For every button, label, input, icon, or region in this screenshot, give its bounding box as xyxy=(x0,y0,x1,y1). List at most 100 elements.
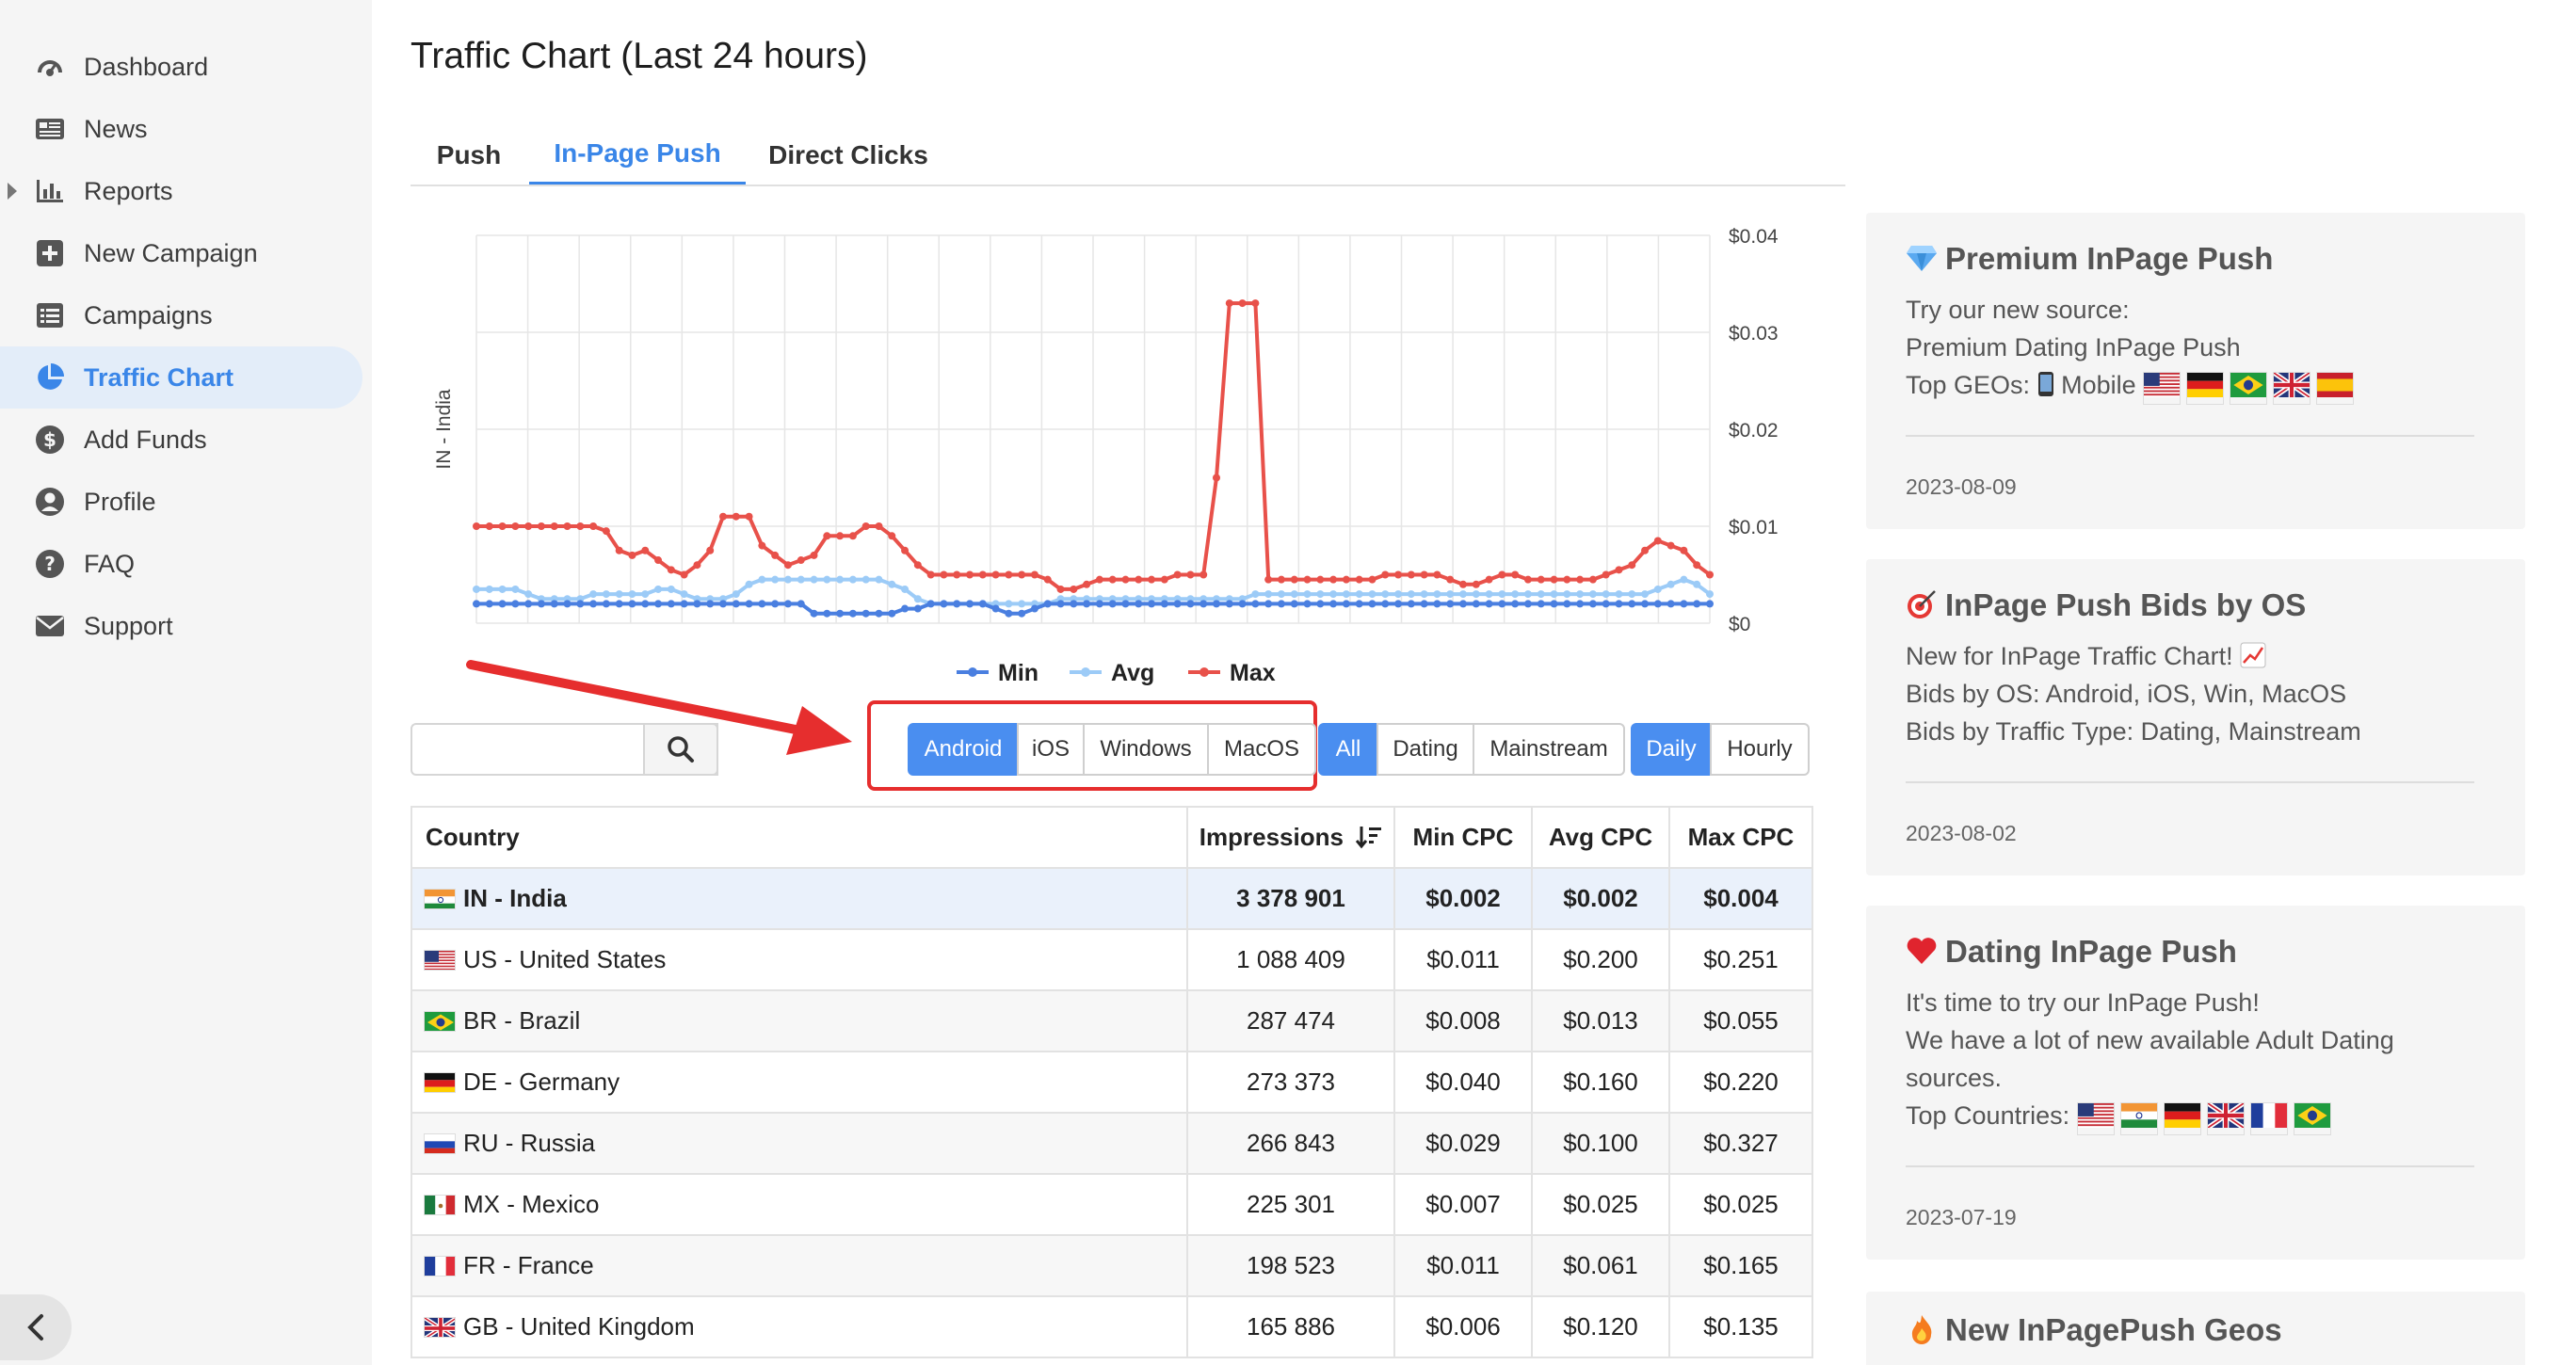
data-point-max xyxy=(473,522,480,530)
data-point-avg xyxy=(1498,590,1506,599)
data-point-avg xyxy=(1588,590,1597,599)
data-point-max xyxy=(1277,575,1285,584)
sidebar-item-dashboard[interactable]: Dashboard xyxy=(0,36,362,98)
sidebar-item-add-funds[interactable]: $ Add Funds xyxy=(0,409,362,471)
plus-square-icon xyxy=(34,237,66,269)
os-ios-button[interactable]: iOS xyxy=(1017,723,1085,776)
table-row[interactable]: MX - Mexico 225 301 $0.007 $0.025 $0.025 xyxy=(411,1173,1813,1236)
column-header-avg-cpc[interactable]: Avg CPC xyxy=(1531,806,1670,869)
table-row[interactable]: BR - Brazil 287 474 $0.008 $0.013 $0.055 xyxy=(411,989,1813,1052)
table-row[interactable]: IN - India 3 378 901 $0.002 $0.002 $0.004 xyxy=(411,867,1813,930)
cell-avg-cpc: $0.160 xyxy=(1531,1051,1670,1114)
sidebar-item-traffic-chart[interactable]: Traffic Chart xyxy=(0,346,362,409)
mobile-phone-icon xyxy=(2037,372,2053,396)
news-card-date: 2023-08-02 xyxy=(1906,821,2017,845)
os-android-button[interactable]: Android xyxy=(908,723,1019,776)
annotation-arrow-icon xyxy=(466,660,852,755)
news-card: Premium InPage Push Try our new source: … xyxy=(1866,213,2525,529)
data-point-max xyxy=(1368,575,1377,584)
data-point-min xyxy=(1523,600,1532,608)
os-macos-button[interactable]: MacOS xyxy=(1207,723,1316,776)
bar-chart-icon xyxy=(34,175,66,207)
data-point-min xyxy=(940,600,948,608)
sidebar-item-faq[interactable]: ? FAQ xyxy=(0,533,362,595)
column-header-min-cpc[interactable]: Min CPC xyxy=(1393,806,1533,869)
table-row[interactable]: RU - Russia 266 843 $0.029 $0.100 $0.327 xyxy=(411,1112,1813,1175)
data-point-min xyxy=(888,609,896,618)
cell-impressions: 225 301 xyxy=(1186,1173,1395,1236)
cell-country: GB - United Kingdom xyxy=(411,1295,1188,1358)
data-point-max xyxy=(901,546,910,554)
data-point-max xyxy=(576,522,585,530)
table-row[interactable]: GB - United Kingdom 165 886 $0.006 $0.120 $0… xyxy=(411,1295,1813,1358)
period-hourly-button[interactable]: Hourly xyxy=(1710,723,1810,776)
type-mainstream-button[interactable]: Mainstream xyxy=(1473,723,1625,776)
data-point-min xyxy=(836,609,845,618)
flag-gb-icon xyxy=(2206,1100,2245,1135)
period-daily-button[interactable]: Daily xyxy=(1631,723,1712,776)
data-point-avg xyxy=(615,590,623,599)
sidebar-item-news[interactable]: News xyxy=(0,98,362,160)
data-point-max xyxy=(563,522,572,530)
data-point-min xyxy=(576,600,585,608)
legend-label: Max xyxy=(1230,660,1276,686)
data-point-min xyxy=(1342,600,1350,608)
data-point-avg xyxy=(1576,590,1585,599)
data-point-min xyxy=(1653,600,1662,608)
flag-de-icon xyxy=(2163,1102,2201,1135)
table-row[interactable]: FR - France 198 523 $0.011 $0.061 $0.165 xyxy=(411,1234,1813,1297)
cell-avg-cpc: $0.002 xyxy=(1531,867,1670,930)
column-header-max-cpc[interactable]: Max CPC xyxy=(1668,806,1813,869)
tab-direct-clicks[interactable]: Direct Clicks xyxy=(759,124,938,186)
data-point-min xyxy=(1407,600,1415,608)
data-point-min xyxy=(1485,600,1493,608)
data-point-min xyxy=(1693,600,1701,608)
flag-us-icon xyxy=(2143,372,2182,405)
data-point-min xyxy=(1251,600,1260,608)
data-point-min xyxy=(680,600,688,608)
data-point-max xyxy=(1303,575,1312,584)
data-point-avg xyxy=(628,590,636,599)
tab-in-page-push[interactable]: In-Page Push xyxy=(529,124,746,186)
data-point-max xyxy=(1186,570,1195,579)
data-point-avg xyxy=(1537,590,1545,599)
data-point-avg xyxy=(732,590,740,599)
column-header-country[interactable]: Country xyxy=(411,806,1188,869)
sidebar-item-reports[interactable]: Reports xyxy=(0,160,362,222)
column-header-impressions[interactable]: Impressions xyxy=(1186,806,1395,869)
collapse-sidebar-button[interactable] xyxy=(0,1294,72,1360)
sidebar-item-campaigns[interactable]: Campaigns xyxy=(0,284,362,346)
data-point-max xyxy=(823,532,831,540)
sidebar-item-new-campaign[interactable]: New Campaign xyxy=(0,222,362,284)
table-row[interactable]: US - United States 1 088 409 $0.011 $0.200 $… xyxy=(411,928,1813,991)
flag-de-icon xyxy=(424,1072,456,1093)
data-point-max xyxy=(1550,575,1558,584)
type-dating-button[interactable]: Dating xyxy=(1377,723,1474,776)
data-point-max xyxy=(1030,570,1038,579)
cell-max-cpc: $0.251 xyxy=(1668,928,1813,991)
cell-avg-cpc: $0.061 xyxy=(1531,1234,1670,1297)
type-all-button[interactable]: All xyxy=(1318,723,1378,776)
data-point-max xyxy=(1121,575,1130,584)
data-point-max xyxy=(1706,570,1714,579)
data-point-max xyxy=(888,532,896,540)
flag-de-icon xyxy=(2186,372,2225,405)
data-point-max xyxy=(1225,299,1233,308)
data-point-avg xyxy=(1368,590,1377,599)
data-point-avg xyxy=(1355,590,1363,599)
tab-push[interactable]: Push xyxy=(420,124,518,186)
sort-desc-icon[interactable] xyxy=(1356,825,1382,849)
data-point-avg xyxy=(602,590,610,599)
sidebar-item-support[interactable]: Support xyxy=(0,595,362,657)
data-point-min xyxy=(1588,600,1597,608)
data-point-avg xyxy=(1381,590,1390,599)
caret-right-icon[interactable] xyxy=(8,183,17,200)
os-windows-button[interactable]: Windows xyxy=(1083,723,1209,776)
data-point-avg xyxy=(1511,590,1520,599)
table-row[interactable]: DE - Germany 273 373 $0.040 $0.160 $0.220 xyxy=(411,1051,1813,1114)
cell-impressions: 198 523 xyxy=(1186,1234,1395,1297)
cell-impressions: 165 886 xyxy=(1186,1295,1395,1358)
sidebar-item-profile[interactable]: Profile xyxy=(0,471,362,533)
data-point-min xyxy=(1303,600,1312,608)
news-card-divider xyxy=(1906,1165,2474,1167)
